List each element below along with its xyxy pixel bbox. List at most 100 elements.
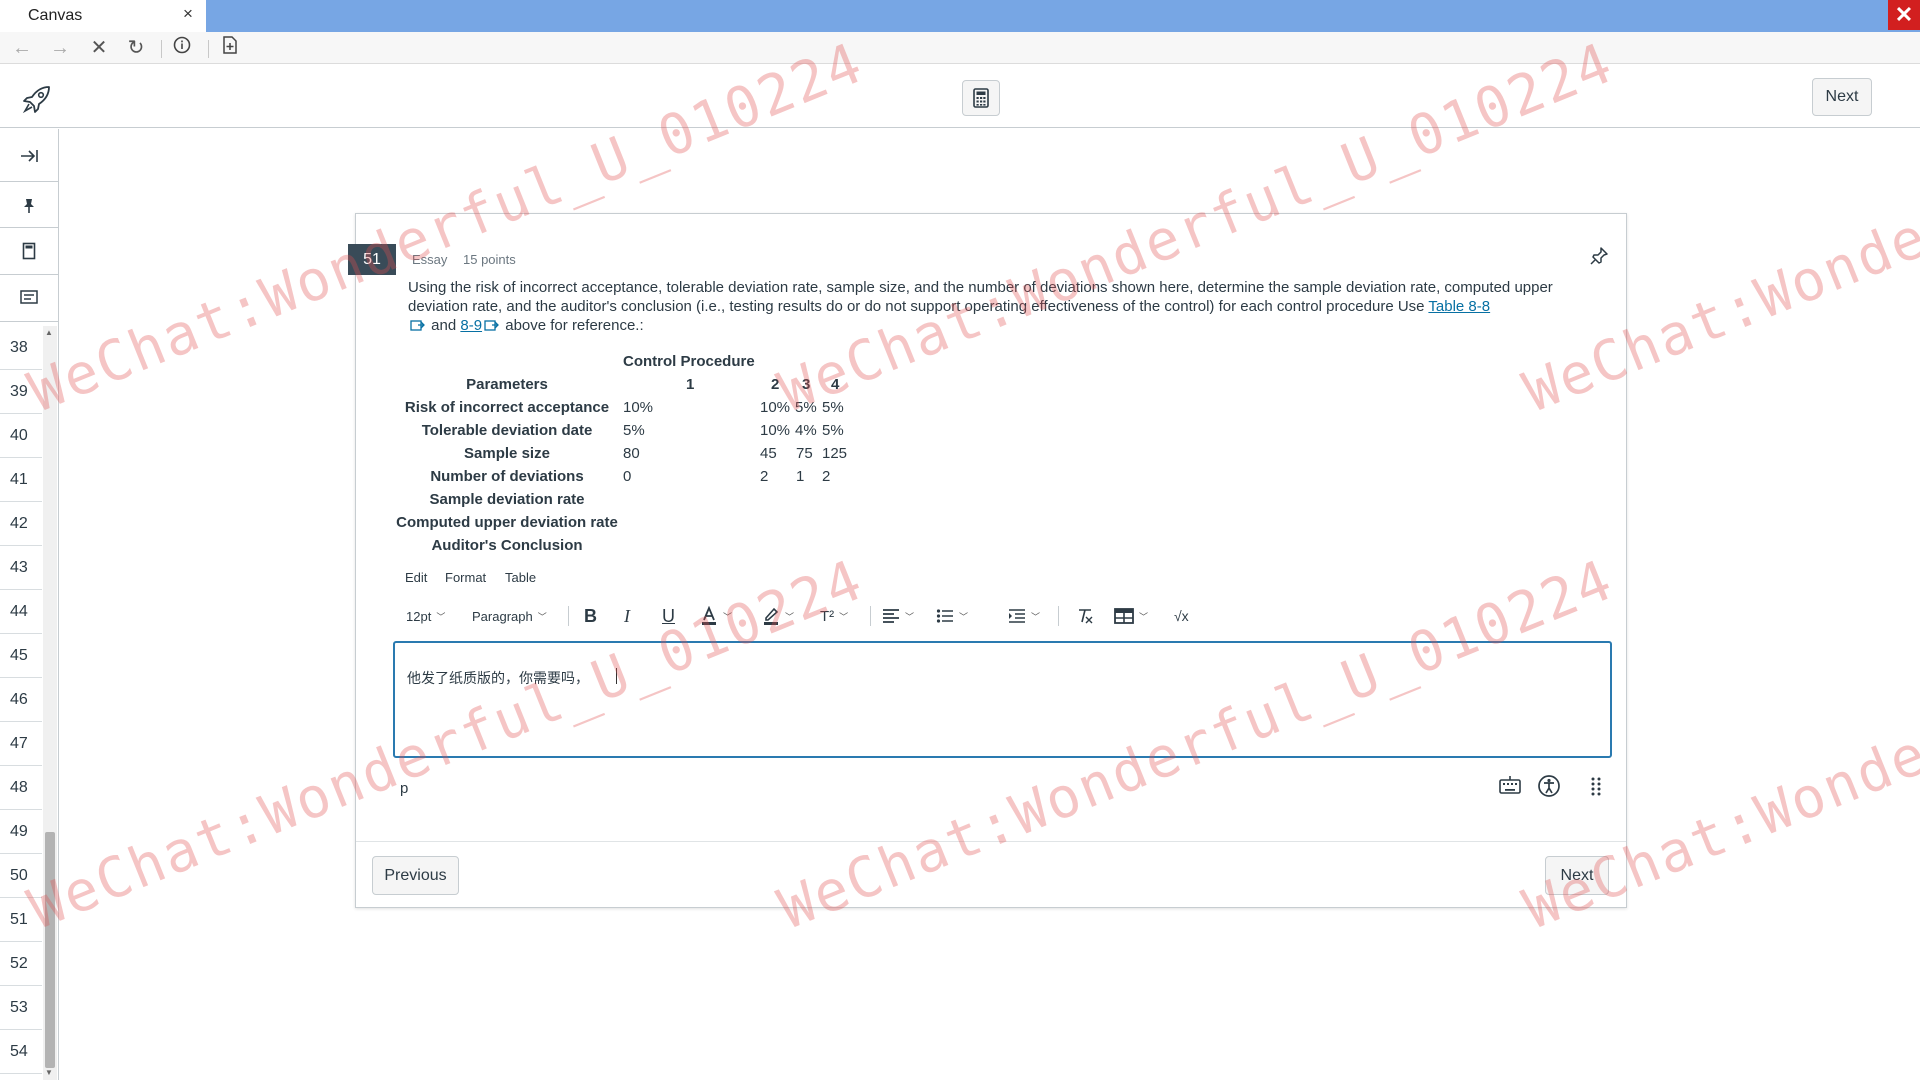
align-left-icon — [883, 609, 899, 623]
table-cell: 80 — [623, 445, 640, 462]
bullet-list-button[interactable]: ﹀ — [936, 600, 968, 632]
sidebar-question-link[interactable]: 54 — [0, 1030, 42, 1074]
sidebar-question-link[interactable]: 44 — [0, 590, 42, 634]
calculator-button[interactable] — [962, 80, 1000, 116]
forward-arrow-icon[interactable]: → — [48, 36, 72, 60]
browser-titlebar — [0, 0, 1920, 32]
table-8-8-link[interactable]: Table 8-8 — [1428, 298, 1490, 315]
table-row-label: Tolerable deviation date — [421, 422, 593, 439]
top-next-button[interactable]: Next — [1812, 78, 1872, 116]
font-size-dropdown[interactable]: 12pt ﹀ — [406, 600, 445, 632]
sidebar-question-link[interactable]: 45 — [0, 634, 42, 678]
chevron-down-icon: ﹀ — [839, 611, 849, 622]
table-col-header: 1 — [686, 376, 695, 393]
table-cell: 10% — [760, 399, 791, 416]
toolbar-divider — [1058, 606, 1059, 626]
reload-icon[interactable]: ↻ — [124, 36, 148, 60]
keyboard-shortcuts-icon[interactable] — [1498, 774, 1522, 798]
table-param-header: Parameters — [466, 376, 548, 393]
scrollbar-thumb[interactable] — [45, 832, 55, 1068]
sidebar-question-link[interactable]: 52 — [0, 942, 42, 986]
superscript-button[interactable]: T² ﹀ — [820, 600, 848, 632]
scroll-down-icon[interactable]: ▼ — [45, 1068, 53, 1077]
text-caret — [616, 668, 617, 684]
table-cell: 5% — [623, 422, 645, 439]
table-col-header: 3 — [802, 376, 811, 393]
sidebar-question-link[interactable]: 41 — [0, 458, 42, 502]
editor-content[interactable]: 他发了纸质版的，你需要吗， — [407, 668, 589, 688]
toolbar-divider — [568, 606, 569, 626]
text-color-button[interactable]: ﹀ — [700, 600, 732, 632]
sidebar-question-link[interactable]: 40 — [0, 414, 42, 458]
bookmark-icon[interactable] — [14, 236, 44, 266]
back-arrow-icon[interactable]: ← — [10, 36, 34, 60]
sidebar-divider — [0, 321, 59, 322]
italic-button[interactable]: I — [624, 600, 630, 632]
sidebar-question-link[interactable]: 53 — [0, 986, 42, 1030]
pin-icon[interactable] — [1589, 246, 1609, 266]
resize-handle-icon[interactable] — [1586, 774, 1610, 798]
clear-formatting-button[interactable] — [1076, 600, 1094, 632]
question-list-icon[interactable] — [14, 282, 44, 312]
sidebar-question-link[interactable]: 49 — [0, 810, 42, 854]
chevron-down-icon: ﹀ — [723, 611, 733, 622]
essay-editor[interactable]: 他发了纸质版的，你需要吗， — [393, 641, 1612, 758]
accessibility-checker-icon[interactable] — [1537, 774, 1561, 798]
table-button[interactable]: ﹀ — [1114, 600, 1148, 632]
underline-icon: U — [662, 605, 675, 626]
quiz-topbar: Next — [0, 64, 1920, 128]
equation-button[interactable]: √x — [1174, 600, 1189, 632]
clear-formatting-icon — [1079, 609, 1093, 624]
add-page-icon[interactable] — [218, 36, 242, 60]
sidebar-question-link[interactable]: 47 — [0, 722, 42, 766]
question-number-badge: 51 — [348, 244, 396, 275]
sidebar-question-link[interactable]: 48 — [0, 766, 42, 810]
chevron-down-icon: ﹀ — [1139, 611, 1149, 622]
previous-button[interactable]: Previous — [372, 856, 459, 895]
menu-format[interactable]: Format — [445, 570, 486, 585]
block-format-dropdown[interactable]: Paragraph ﹀ — [472, 600, 547, 632]
browser-navbar: ← → ✕ ↻ — [0, 32, 1920, 64]
superscript-icon: T² — [820, 607, 835, 625]
italic-icon: I — [624, 605, 630, 626]
scroll-up-icon[interactable]: ▲ — [45, 328, 53, 337]
menu-table[interactable]: Table — [505, 570, 536, 585]
expand-sidebar-icon[interactable] — [14, 141, 44, 171]
align-button[interactable]: ﹀ — [882, 600, 914, 632]
sidebar-question-link[interactable]: 46 — [0, 678, 42, 722]
table-8-9-link[interactable]: 8-9 — [460, 317, 482, 334]
table-col-header: 2 — [771, 376, 780, 393]
window-close-button[interactable]: ✕ — [1888, 0, 1920, 30]
sidebar-question-link[interactable]: 39 — [0, 370, 42, 414]
question-text: Using the risk of incorrect acceptance, … — [408, 278, 1608, 335]
table-cell: 45 — [760, 445, 777, 462]
sidebar-question-link[interactable]: 42 — [0, 502, 42, 546]
element-path[interactable]: p — [400, 780, 408, 797]
browser-tab[interactable]: Canvas × — [0, 0, 206, 32]
stop-loading-icon[interactable]: ✕ — [87, 36, 111, 60]
next-button[interactable]: Next — [1545, 856, 1609, 895]
underline-button[interactable]: U — [662, 600, 675, 632]
sidebar-scrollbar[interactable]: ▲ ▼ — [43, 326, 57, 1080]
question-text-part1: Using the risk of incorrect acceptance, … — [408, 279, 1553, 315]
editor-toolbar: 12pt ﹀ Paragraph ﹀ B I U ﹀ ﹀ T² ﹀ ﹀ ﹀ ﹀ ﹀ √… — [396, 600, 1612, 632]
table-cell: 10% — [623, 399, 654, 416]
pin-filter-icon[interactable] — [14, 191, 44, 221]
tab-close-icon[interactable]: × — [183, 4, 193, 24]
bold-icon: B — [584, 605, 597, 626]
bold-button[interactable]: B — [584, 600, 597, 632]
sidebar-question-link[interactable]: 51 — [0, 898, 42, 942]
rocket-icon — [22, 84, 52, 114]
sidebar-question-link[interactable]: 43 — [0, 546, 42, 590]
highlight-color-button[interactable]: ﹀ — [762, 600, 794, 632]
info-icon[interactable] — [170, 36, 194, 60]
sidebar-question-link[interactable]: 50 — [0, 854, 42, 898]
table-row-label: Sample size — [464, 445, 550, 462]
sidebar-question-link[interactable]: 38 — [0, 326, 42, 370]
table-row-label: Sample deviation rate — [429, 491, 585, 508]
table-cell: 10% — [760, 422, 791, 439]
indent-button[interactable]: ﹀ — [1008, 600, 1040, 632]
table-row-label: Computed upper deviation rate — [396, 514, 618, 531]
table-group-header: Control Procedure — [623, 353, 755, 370]
menu-edit[interactable]: Edit — [405, 570, 427, 585]
